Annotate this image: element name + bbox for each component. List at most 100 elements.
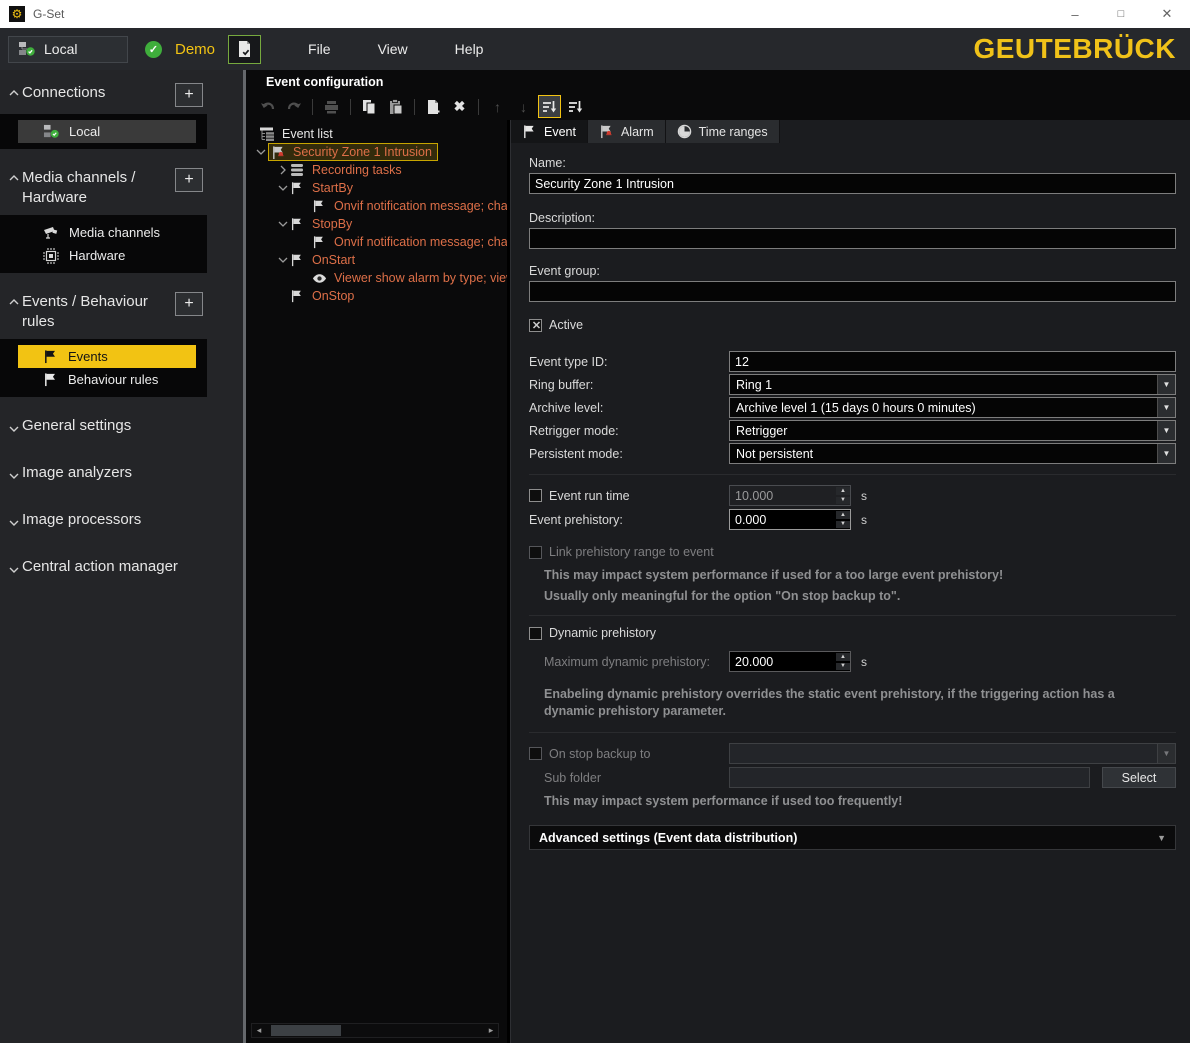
undo-button[interactable] — [256, 95, 279, 118]
spin-down-icon[interactable]: ▼ — [836, 663, 850, 671]
name-input[interactable] — [529, 173, 1176, 194]
sidebar-section-image-analyzers[interactable]: Image analyzers — [0, 463, 243, 483]
on-stop-backup-select[interactable]: ▼ — [729, 743, 1176, 764]
tree-node-startby[interactable]: StartBy — [246, 179, 507, 197]
move-down-button[interactable]: ↓ — [512, 95, 535, 118]
scroll-right-icon[interactable]: ▸ — [484, 1025, 498, 1036]
menu-file[interactable]: File — [308, 41, 331, 57]
sub-folder-input[interactable] — [729, 767, 1090, 788]
section-title: Image processors — [22, 510, 141, 530]
add-event-toolbar-button[interactable] — [422, 95, 445, 118]
sidebar-item-behaviour-rules[interactable]: Behaviour rules — [18, 368, 196, 391]
content-header: Event configuration — [246, 70, 1190, 93]
chevron-down-icon[interactable]: ▼ — [1157, 444, 1175, 463]
tree-node-stopby[interactable]: StopBy — [246, 215, 507, 233]
tree-node-recording-tasks[interactable]: Recording tasks — [246, 161, 507, 179]
persistent-mode-select[interactable]: Not persistent ▼ — [729, 443, 1176, 464]
chevron-right-icon[interactable] — [276, 165, 290, 175]
section-title: Events / Behaviour rules — [22, 292, 170, 332]
sidebar-item-local[interactable]: Local — [18, 120, 196, 143]
chevron-down-icon[interactable] — [276, 220, 290, 228]
event-type-id-input[interactable] — [729, 351, 1176, 372]
tree-node-onvif-stop[interactable]: Onvif notification message; chan — [246, 233, 507, 251]
select-folder-button[interactable]: Select — [1102, 767, 1176, 788]
event-prehistory-input[interactable] — [730, 510, 834, 529]
sort-mode-button-active[interactable] — [538, 95, 561, 118]
tab-alarm[interactable]: Alarm — [588, 120, 666, 143]
chevron-down-icon[interactable] — [276, 256, 290, 264]
chevron-down-icon[interactable]: ▼ — [1157, 398, 1175, 417]
tree-node-label: Onvif notification message; chan — [334, 235, 507, 249]
sidebar-item-media-channels[interactable]: Media channels — [18, 221, 196, 244]
spin-up-icon[interactable]: ▲ — [836, 487, 850, 495]
link-prehistory-checkbox[interactable] — [529, 546, 542, 559]
sidebar-section-events-rules[interactable]: Events / Behaviour rules + — [0, 292, 243, 332]
spin-down-icon[interactable]: ▼ — [836, 497, 850, 505]
apply-configuration-button[interactable] — [228, 35, 261, 64]
tree-node-onvif-start[interactable]: Onvif notification message; chan — [246, 197, 507, 215]
sidebar: Connections + Local Media channels / Har… — [0, 70, 243, 1043]
print-button[interactable] — [320, 95, 343, 118]
advanced-settings-header[interactable]: Advanced settings (Event data distributi… — [529, 825, 1176, 850]
menu-view[interactable]: View — [378, 41, 408, 57]
menu-help[interactable]: Help — [455, 41, 484, 57]
paste-button[interactable] — [384, 95, 407, 118]
chevron-down-icon[interactable]: ▼ — [1157, 744, 1175, 763]
copy-button[interactable] — [358, 95, 381, 118]
on-stop-backup-checkbox[interactable] — [529, 747, 542, 760]
redo-button[interactable] — [282, 95, 305, 118]
g-set-window: ⚙ G-Set – □ ✕ Local ✓ Demo — [0, 0, 1190, 1043]
sidebar-section-media-hardware[interactable]: Media channels / Hardware + — [0, 168, 243, 208]
event-run-time-input[interactable] — [730, 486, 834, 505]
retrigger-mode-select[interactable]: Retrigger ▼ — [729, 420, 1176, 441]
horizontal-scrollbar[interactable]: ◂ ▸ — [251, 1023, 499, 1038]
sidebar-section-general-settings[interactable]: General settings — [0, 416, 243, 436]
camera-icon — [43, 226, 59, 240]
event-run-time-checkbox[interactable] — [529, 489, 542, 502]
event-group-input[interactable] — [529, 281, 1176, 302]
spin-up-icon[interactable]: ▲ — [836, 511, 850, 519]
redo-icon — [286, 100, 302, 114]
add-connection-button[interactable]: + — [175, 83, 203, 107]
description-input[interactable] — [529, 228, 1176, 249]
tab-event[interactable]: Event — [511, 120, 588, 143]
tree-node-viewer-show-alarm[interactable]: Viewer show alarm by type; viewe — [246, 269, 507, 287]
prehistory-note-text: Usually only meaningful for the option "… — [529, 589, 1176, 603]
sort-mode-button[interactable] — [564, 95, 587, 118]
event-prehistory-spinner: ▲▼ — [729, 509, 851, 530]
max-dynamic-prehistory-input[interactable] — [730, 652, 834, 671]
add-event-button[interactable]: + — [175, 292, 203, 316]
scrollbar-thumb[interactable] — [271, 1025, 341, 1036]
delete-button[interactable]: ✖ — [448, 95, 471, 118]
close-button[interactable]: ✕ — [1144, 0, 1190, 28]
section-title: Media channels / Hardware — [22, 168, 170, 208]
tree-node-event-list[interactable]: Event list — [246, 125, 507, 143]
scroll-left-icon[interactable]: ◂ — [252, 1025, 266, 1036]
dynamic-prehistory-checkbox[interactable] — [529, 627, 542, 640]
sidebar-section-connections[interactable]: Connections + — [0, 83, 243, 107]
tree-node-onstart[interactable]: OnStart — [246, 251, 507, 269]
sidebar-section-image-processors[interactable]: Image processors — [0, 510, 243, 530]
sidebar-item-hardware[interactable]: Hardware — [18, 244, 196, 267]
toolbar-separator — [350, 99, 351, 115]
minimize-button[interactable]: – — [1052, 0, 1098, 28]
ring-buffer-select[interactable]: Ring 1 ▼ — [729, 374, 1176, 395]
maximize-button[interactable]: □ — [1098, 0, 1144, 28]
chevron-down-icon[interactable] — [276, 184, 290, 192]
retrigger-mode-value: Retrigger — [730, 424, 1157, 438]
tab-time-ranges[interactable]: Time ranges — [666, 120, 780, 143]
connection-selector[interactable]: Local — [8, 36, 128, 63]
sidebar-item-events[interactable]: Events — [18, 345, 196, 368]
chevron-down-icon[interactable]: ▼ — [1157, 375, 1175, 394]
move-up-button[interactable]: ↑ — [486, 95, 509, 118]
sidebar-section-central-action-manager[interactable]: Central action manager — [0, 557, 243, 577]
add-media-channel-button[interactable]: + — [175, 168, 203, 192]
tree-node-security-zone-1-intrusion[interactable]: Security Zone 1 Intrusion — [246, 143, 507, 161]
chevron-down-icon[interactable] — [254, 148, 268, 156]
active-checkbox[interactable] — [529, 319, 542, 332]
archive-level-select[interactable]: Archive level 1 (15 days 0 hours 0 minut… — [729, 397, 1176, 418]
tree-node-onstop[interactable]: OnStop — [246, 287, 507, 305]
spin-up-icon[interactable]: ▲ — [836, 653, 850, 661]
spin-down-icon[interactable]: ▼ — [836, 521, 850, 529]
chevron-down-icon[interactable]: ▼ — [1157, 421, 1175, 440]
